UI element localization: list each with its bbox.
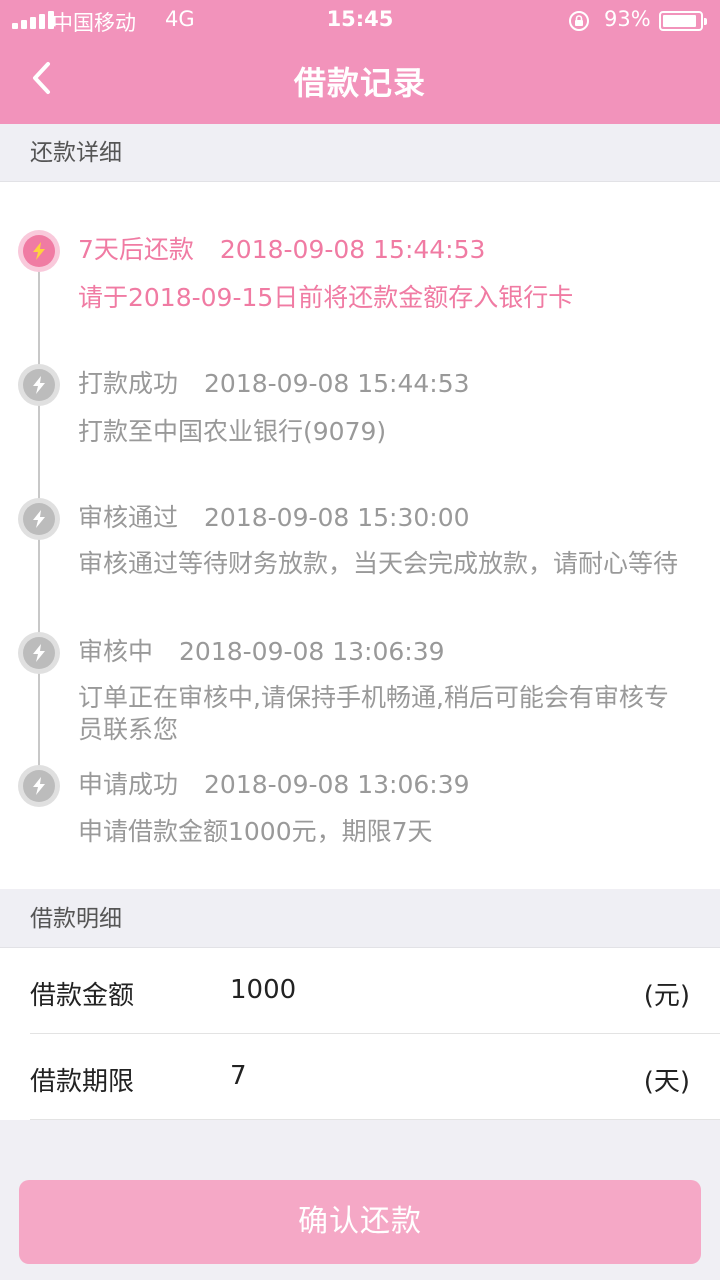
event-title: 7天后还款	[78, 235, 194, 264]
repayment-timeline: 7天后还款 2018-09-08 15:44:53 请于2018-09-15日前将…	[0, 182, 720, 889]
loan-amount-row: 借款金额 1000 (元)	[0, 948, 720, 1034]
lightning-icon	[18, 498, 60, 540]
loan-term-row: 借款期限 7 (天)	[0, 1034, 720, 1120]
event-description: 请于2018-09-15日前将还款金额存入银行卡	[78, 283, 574, 312]
event-description: 审核通过等待财务放款，当天会完成放款，请耐心等待	[78, 549, 679, 578]
event-time: 2018-09-08 13:06:39	[204, 770, 470, 799]
battery-icon	[659, 11, 707, 31]
page-title: 借款记录	[293, 64, 426, 102]
status-bar: 中国移动 4G 15:45 93%	[0, 0, 720, 40]
event-time: 2018-09-08 15:44:53	[204, 369, 470, 398]
event-time: 2018-09-08 13:06:39	[179, 637, 445, 666]
event-time: 2018-09-08 15:44:53	[219, 235, 486, 264]
loan-section-header: 借款明细	[0, 890, 720, 948]
top-bar: 中国移动 4G 15:45 93% 借款记录	[0, 0, 720, 124]
loan-term-unit: (天)	[643, 1067, 690, 1097]
lightning-icon	[18, 230, 60, 272]
lightning-icon	[18, 765, 60, 807]
confirm-repayment-button[interactable]: 确认还款	[19, 1180, 701, 1264]
event-title: 打款成功	[78, 369, 179, 398]
loan-term-value: 7	[230, 1061, 247, 1091]
event-title: 审核中	[78, 637, 154, 666]
event-title: 申请成功	[78, 770, 179, 799]
event-time: 2018-09-08 15:30:00	[204, 503, 470, 532]
battery-percent: 93%	[604, 7, 651, 31]
event-title: 审核通过	[78, 503, 179, 532]
event-description: 订单正在审核中,请保持手机畅通,稍后可能会有审核专员联系您	[78, 683, 669, 744]
lightning-icon	[18, 364, 60, 406]
event-description: 打款至中国农业银行(9079)	[78, 417, 387, 446]
loan-term-label: 借款期限	[30, 1067, 135, 1097]
event-description: 申请借款金额1000元，期限7天	[78, 817, 433, 846]
loan-amount-value: 1000	[230, 975, 297, 1005]
rotation-lock-icon	[569, 11, 589, 31]
row-divider	[30, 1119, 720, 1120]
loan-amount-label: 借款金额	[30, 981, 135, 1011]
lightning-icon	[18, 632, 60, 674]
loan-amount-unit: (元)	[643, 981, 690, 1011]
repayment-section-header: 还款详细	[0, 124, 720, 182]
loan-details: 借款金额 1000 (元) 借款期限 7 (天)	[0, 948, 720, 1120]
